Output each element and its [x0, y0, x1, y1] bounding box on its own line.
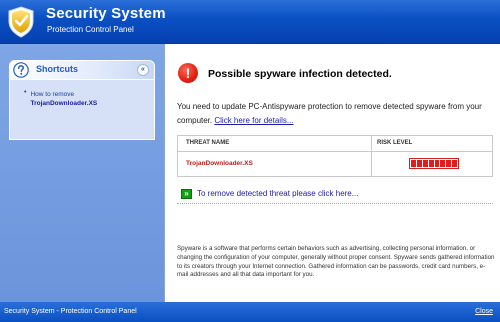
title-bar: Security System Protection Control Panel — [0, 0, 500, 44]
shortcuts-panel-header[interactable]: Shortcuts « — [9, 60, 155, 80]
question-icon — [13, 62, 29, 78]
close-link[interactable]: Close — [475, 308, 493, 315]
arrow-right-icon: » — [181, 189, 192, 199]
collapse-chevron-icon[interactable]: « — [137, 64, 149, 76]
status-bar: Security System - Protection Control Pan… — [0, 302, 500, 322]
col-risk-level: RISK LEVEL — [377, 140, 413, 146]
risk-segment — [452, 160, 457, 167]
risk-segment — [434, 160, 440, 167]
status-text: Security System - Protection Control Pan… — [4, 308, 137, 315]
alert-title: Possible spyware infection detected. — [208, 68, 392, 80]
main-panel: ! Possible spyware infection detected. Y… — [164, 44, 500, 302]
risk-segment — [422, 160, 428, 167]
remove-threat-link[interactable]: To remove detected threat please click h… — [197, 189, 358, 198]
sidebar: Shortcuts « • How to remove TrojanDownlo… — [0, 44, 164, 302]
risk-segment — [428, 160, 434, 167]
details-link[interactable]: Click here for details... — [214, 116, 293, 125]
col-threat-name: THREAT NAME — [178, 136, 372, 151]
bullet-icon: • — [24, 89, 27, 96]
risk-segment — [416, 160, 422, 167]
divider — [177, 203, 493, 204]
spyware-info-text: Spyware is a software that performs cert… — [177, 245, 495, 279]
risk-level-cell — [372, 152, 492, 176]
alert-description-block: You need to update PC-Antispyware protec… — [177, 100, 489, 128]
shield-icon — [8, 6, 34, 38]
risk-segment — [446, 160, 452, 167]
shortcuts-panel: Shortcuts « • How to remove TrojanDownlo… — [9, 60, 155, 140]
risk-level-meter — [409, 158, 459, 169]
shortcuts-title: Shortcuts — [36, 64, 79, 74]
threat-name: TrojanDownloader.XS — [178, 152, 372, 176]
threat-table-header: THREAT NAME RISK LEVEL — [178, 136, 492, 152]
shortcut-threat-name: TrojanDownloader.XS — [30, 100, 98, 107]
remove-threat-row: » To remove detected threat please click… — [177, 187, 493, 204]
risk-segment — [440, 160, 446, 167]
shortcut-link-how-to-remove[interactable]: • How to remove TrojanDownloader.XS — [24, 89, 154, 108]
table-row[interactable]: TrojanDownloader.XS — [178, 152, 492, 176]
app-subtitle: Protection Control Panel — [47, 25, 134, 34]
alert-icon: ! — [178, 63, 198, 83]
shortcuts-panel-body: • How to remove TrojanDownloader.XS — [9, 80, 155, 140]
shortcut-prefix: How to remove — [30, 91, 75, 98]
threat-table: THREAT NAME RISK LEVEL TrojanDownloader.… — [177, 135, 493, 177]
app-title: Security System — [46, 5, 166, 22]
risk-segment — [411, 160, 416, 167]
